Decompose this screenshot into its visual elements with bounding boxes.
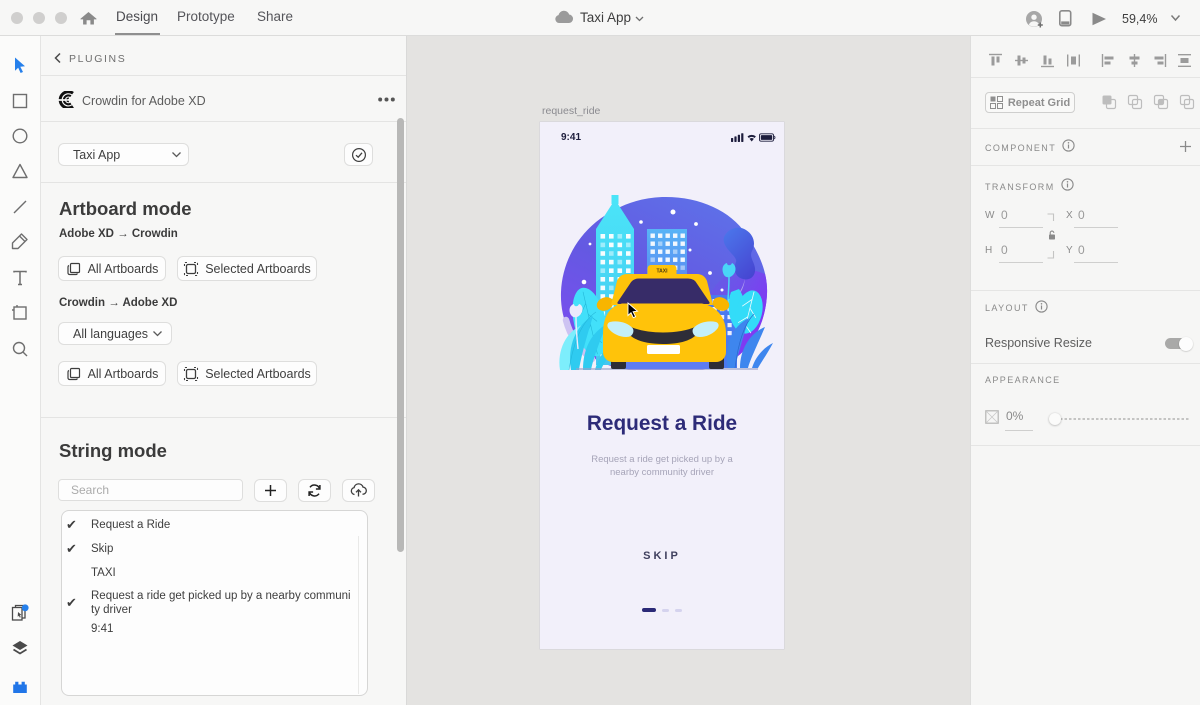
svg-text:TAXI: TAXI (656, 268, 668, 274)
